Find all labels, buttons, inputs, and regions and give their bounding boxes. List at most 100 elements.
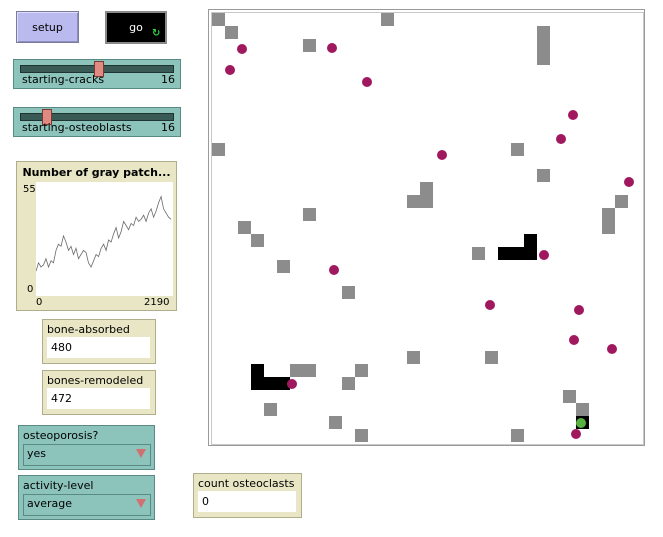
osteoclast-turtle <box>556 134 566 144</box>
black-patch <box>251 377 264 390</box>
black-patch <box>524 247 537 260</box>
gray-patch <box>537 26 550 39</box>
osteoclast-turtle <box>574 305 584 315</box>
gray-patch <box>303 208 316 221</box>
chooser-label: activity-level <box>23 479 94 492</box>
monitor-label: count osteoclasts <box>198 477 295 490</box>
osteoclast-turtle <box>237 44 247 54</box>
gray-patch <box>420 182 433 195</box>
slider-value: 16 <box>161 73 175 86</box>
dropdown-arrow-icon[interactable] <box>136 499 146 508</box>
osteoclast-turtle <box>437 150 447 160</box>
osteoclast-turtle <box>539 250 549 260</box>
x-min-tick: 0 <box>36 297 43 308</box>
gray-patch <box>576 403 589 416</box>
osteoblast-turtle <box>576 418 586 428</box>
black-patch <box>511 247 524 260</box>
forever-icon: ↻ <box>152 28 161 39</box>
osteoclast-turtle <box>624 177 634 187</box>
osteoclast-turtle <box>607 344 617 354</box>
dropdown-arrow-icon[interactable] <box>136 449 146 458</box>
slider-label: starting-osteoblasts <box>22 121 132 134</box>
gray-patch <box>537 52 550 65</box>
monitor-bones-remodeled: bones-remodeled 472 <box>42 370 156 415</box>
gray-patch <box>485 351 498 364</box>
setup-button[interactable]: setup <box>16 11 79 43</box>
slider-starting-osteoblasts[interactable]: starting-osteoblasts 16 <box>13 107 181 137</box>
monitor-label: bone-absorbed <box>47 323 130 336</box>
gray-patch <box>420 195 433 208</box>
osteoclast-turtle <box>362 77 372 87</box>
monitor-count-osteoclasts: count osteoclasts 0 <box>193 473 302 518</box>
gray-patch <box>212 13 225 26</box>
x-max-tick: 2190 <box>144 297 170 308</box>
osteoclast-turtle <box>225 65 235 75</box>
gray-patch <box>472 247 485 260</box>
monitor-label: bones-remodeled <box>47 374 144 387</box>
chooser-activity-level[interactable]: activity-level average <box>18 475 155 520</box>
plot-title: Number of gray patch... <box>22 166 171 179</box>
osteoclast-turtle <box>568 110 578 120</box>
go-button-label: go <box>129 21 143 34</box>
gray-patch <box>290 364 303 377</box>
osteoclast-turtle <box>569 335 579 345</box>
gray-patch <box>251 234 264 247</box>
gray-patch <box>602 208 615 221</box>
gray-patch <box>537 169 550 182</box>
osteoclast-turtle <box>571 429 581 439</box>
plot-canvas <box>35 182 173 296</box>
gray-patch <box>264 403 277 416</box>
gray-patch <box>212 143 225 156</box>
black-patch <box>524 234 537 247</box>
gray-patch <box>407 195 420 208</box>
go-button[interactable]: go ↻ <box>105 11 167 44</box>
gray-patch <box>563 390 576 403</box>
series-line <box>35 195 172 272</box>
black-patch <box>264 377 277 390</box>
plot-svg <box>35 195 172 272</box>
gray-patch <box>615 195 628 208</box>
slider-value: 16 <box>161 121 175 134</box>
gray-patch <box>407 351 420 364</box>
osteoclast-turtle <box>485 300 495 310</box>
black-patch <box>498 247 511 260</box>
world-view[interactable] <box>208 9 645 446</box>
gray-patch <box>537 39 550 52</box>
gray-patch <box>238 221 251 234</box>
gray-patch <box>602 221 615 234</box>
chooser-label: osteoporosis? <box>23 429 99 442</box>
monitor-value: 0 <box>198 491 296 512</box>
gray-patch <box>277 260 290 273</box>
gray-patch <box>329 416 342 429</box>
gray-patch <box>342 377 355 390</box>
gray-patch <box>355 429 368 442</box>
gray-patch <box>381 13 394 26</box>
chooser-osteoporosis[interactable]: osteoporosis? yes <box>18 425 155 470</box>
gray-patch <box>511 429 524 442</box>
black-patch <box>251 364 264 377</box>
gray-patch <box>225 26 238 39</box>
gray-patches-plot: Number of gray patch... 55 0 0 2190 <box>16 161 177 311</box>
monitor-value: 472 <box>47 388 150 409</box>
gray-patch <box>342 286 355 299</box>
world-svg <box>212 13 634 442</box>
y-min-tick: 0 <box>27 284 34 295</box>
chooser-select[interactable]: average <box>23 494 151 516</box>
gray-patch <box>303 364 316 377</box>
gray-patch <box>303 39 316 52</box>
osteoclast-turtle <box>287 379 297 389</box>
osteoclast-turtle <box>329 265 339 275</box>
monitor-bone-absorbed: bone-absorbed 480 <box>42 319 156 364</box>
slider-starting-cracks[interactable]: starting-cracks 16 <box>13 59 181 89</box>
chooser-value: yes <box>27 447 47 460</box>
osteoclast-turtle <box>327 43 337 53</box>
gray-patch <box>355 364 368 377</box>
world-canvas[interactable] <box>211 12 644 445</box>
slider-label: starting-cracks <box>22 73 105 86</box>
gray-patch <box>511 143 524 156</box>
setup-button-label: setup <box>32 20 63 34</box>
y-max-tick: 55 <box>23 184 36 195</box>
chooser-value: average <box>27 497 73 510</box>
monitor-value: 480 <box>47 337 150 358</box>
chooser-select[interactable]: yes <box>23 444 151 466</box>
